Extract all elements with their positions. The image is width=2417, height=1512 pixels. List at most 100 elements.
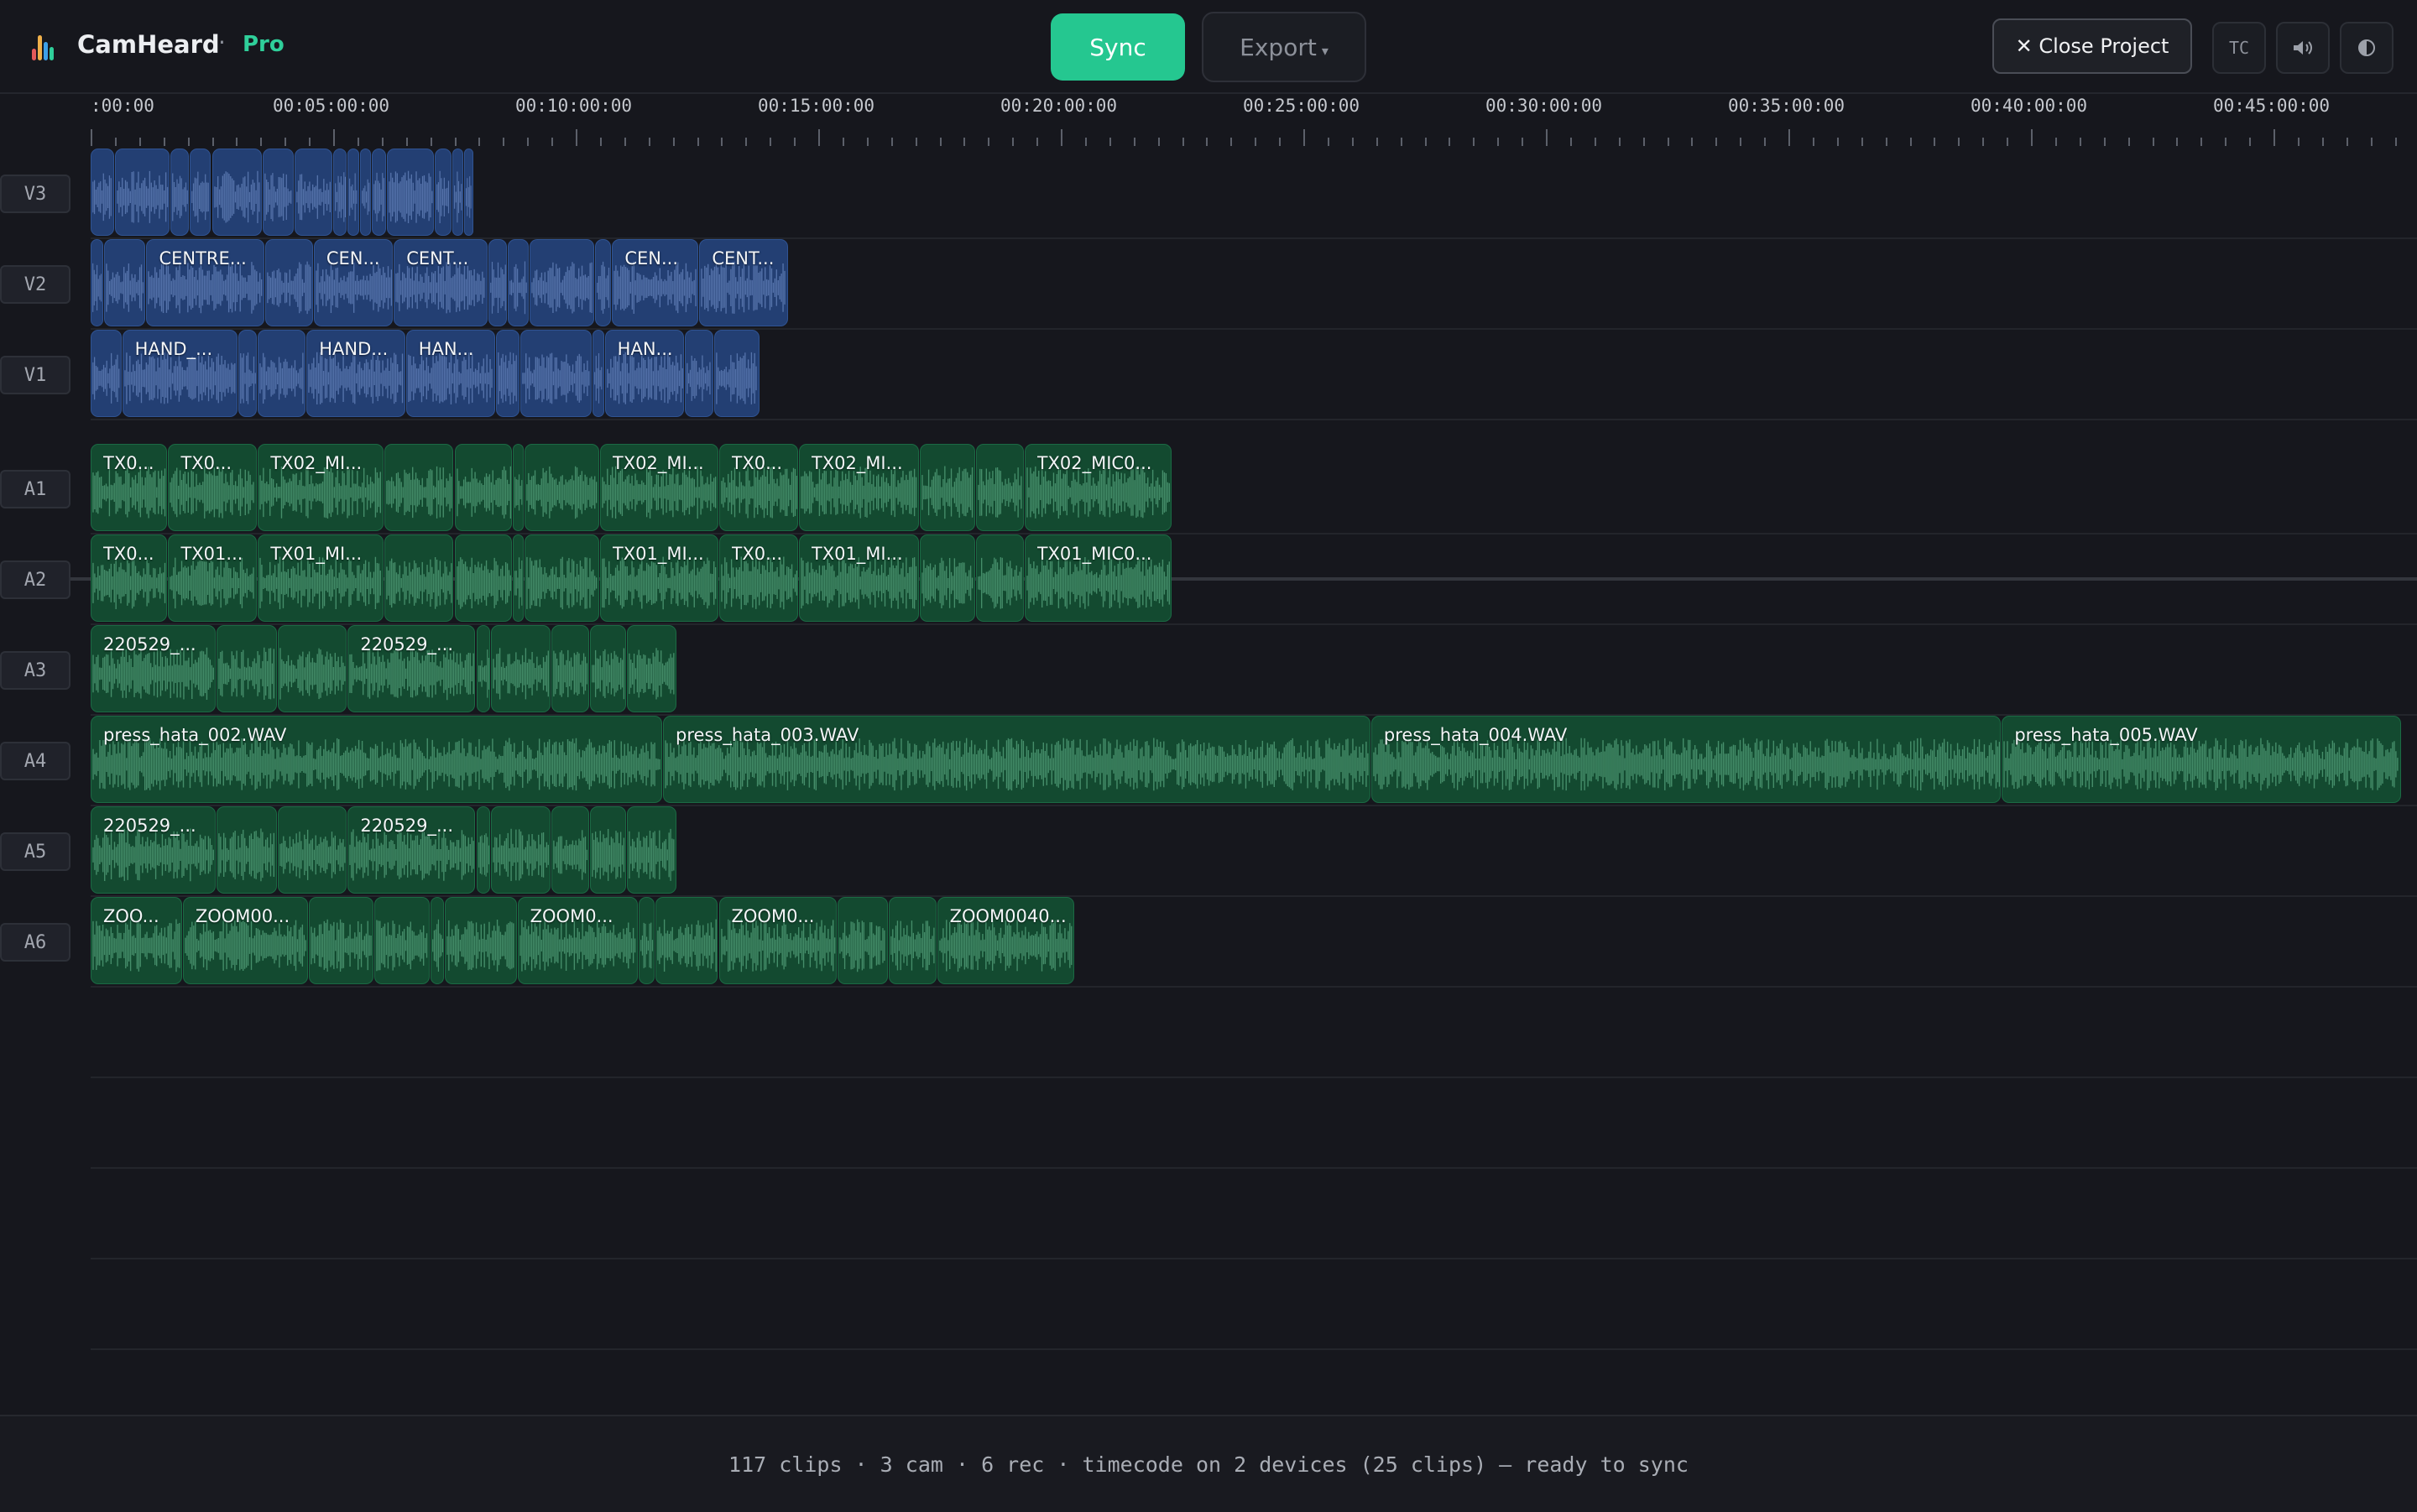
track-label-a4[interactable]: A4 [0, 742, 70, 780]
audio-clip[interactable] [277, 806, 347, 894]
video-clip[interactable]: CEN... [313, 239, 394, 326]
audio-clip[interactable]: press_hata_004.WAV [1370, 716, 2002, 803]
video-clip[interactable] [104, 239, 146, 326]
audio-clip[interactable] [590, 625, 626, 712]
video-clip[interactable] [333, 149, 347, 236]
audio-clip[interactable]: 220529_... [347, 625, 476, 712]
audio-clip[interactable]: press_hata_003.WAV [663, 716, 1370, 803]
video-clip[interactable] [593, 330, 604, 417]
audio-clip[interactable]: ZOOM00... [182, 897, 309, 984]
video-clip[interactable] [258, 330, 306, 417]
track-lane-v3[interactable] [91, 148, 2417, 239]
track-label-v3[interactable]: V3 [0, 175, 70, 213]
video-clip[interactable] [713, 330, 760, 417]
audio-clip[interactable]: press_hata_002.WAV [91, 716, 663, 803]
audio-clip[interactable]: ZOOM0... [517, 897, 639, 984]
audio-clip[interactable] [490, 806, 551, 894]
audio-clip[interactable]: TX02_MI... [258, 444, 384, 531]
audio-clip[interactable] [476, 806, 490, 894]
track-lane-v2[interactable]: CENTRE... CEN... CENT... CEN... CENT... [91, 238, 2417, 330]
audio-toggle[interactable] [2276, 22, 2330, 74]
empty-track-lane[interactable] [91, 1168, 2417, 1259]
audio-clip[interactable]: TX01_MI... [599, 534, 718, 622]
track-lane-v1[interactable]: HAND_... HAND... HAN... HAN... [91, 329, 2417, 420]
track-label-a1[interactable]: A1 [0, 470, 70, 508]
audio-clip[interactable] [217, 806, 277, 894]
audio-clip[interactable]: ZOOM0040... [937, 897, 1075, 984]
track-lane-a2[interactable]: TX0... TX01... TX01_MI... TX01_MI... TX0... T… [91, 534, 2417, 625]
video-clip[interactable] [190, 149, 211, 236]
video-clip[interactable] [263, 149, 294, 236]
audio-clip[interactable] [639, 897, 655, 984]
empty-track-lane[interactable] [91, 1259, 2417, 1350]
audio-clip[interactable]: TX0... [718, 534, 798, 622]
video-clip[interactable] [372, 149, 386, 236]
video-clip[interactable] [91, 330, 122, 417]
audio-clip[interactable] [551, 625, 590, 712]
audio-clip[interactable] [525, 534, 599, 622]
audio-clip[interactable] [551, 806, 590, 894]
video-clip[interactable] [114, 149, 170, 236]
audio-clip[interactable] [512, 534, 525, 622]
empty-track-lane[interactable] [91, 987, 2417, 1078]
audio-clip[interactable]: TX01_MI... [258, 534, 384, 622]
video-clip[interactable] [294, 149, 332, 236]
track-label-a2[interactable]: A2 [0, 560, 70, 599]
audio-clip[interactable] [384, 444, 454, 531]
audio-clip[interactable] [655, 897, 718, 984]
audio-clip[interactable] [920, 444, 975, 531]
video-clip[interactable]: HAN... [405, 330, 495, 417]
audio-clip[interactable]: TX0... [718, 444, 798, 531]
audio-clip[interactable] [626, 806, 677, 894]
video-clip[interactable] [519, 330, 593, 417]
video-clip[interactable]: HAND... [306, 330, 405, 417]
audio-clip[interactable]: TX0... [91, 534, 168, 622]
video-clip[interactable] [595, 239, 612, 326]
close-project-button[interactable]: ✕ Close Project [1992, 18, 2192, 74]
audio-clip[interactable] [975, 534, 1024, 622]
audio-clip[interactable] [888, 897, 937, 984]
video-clip[interactable] [91, 239, 104, 326]
video-clip[interactable]: HAND_... [122, 330, 238, 417]
track-label-a5[interactable]: A5 [0, 832, 70, 871]
audio-clip[interactable]: 220529_... [91, 806, 217, 894]
audio-clip[interactable]: 220529_... [91, 625, 217, 712]
video-clip[interactable]: HAN... [604, 330, 685, 417]
video-clip[interactable] [265, 239, 313, 326]
video-clip[interactable] [685, 330, 713, 417]
audio-clip[interactable] [277, 625, 347, 712]
audio-clip[interactable]: TX02_MI... [599, 444, 718, 531]
audio-clip[interactable] [217, 625, 277, 712]
track-lane-a6[interactable]: ZOO... ZOOM00... ZOOM0... ZOOM0... ZOOM0040.… [91, 896, 2417, 988]
audio-clip[interactable] [374, 897, 430, 984]
audio-clip[interactable] [476, 625, 490, 712]
timecode-toggle[interactable]: TC [2212, 22, 2266, 74]
track-label-v2[interactable]: V2 [0, 265, 70, 304]
audio-clip[interactable]: ZOOM0... [718, 897, 838, 984]
audio-clip[interactable]: TX01... [168, 534, 258, 622]
audio-clip[interactable] [454, 534, 512, 622]
video-clip[interactable] [488, 239, 508, 326]
audio-clip[interactable] [444, 897, 517, 984]
video-clip[interactable]: CENTRE... [146, 239, 265, 326]
video-clip[interactable] [452, 149, 464, 236]
audio-clip[interactable] [430, 897, 444, 984]
video-clip[interactable] [464, 149, 473, 236]
audio-clip[interactable]: TX0... [91, 444, 168, 531]
video-clip[interactable] [170, 149, 190, 236]
audio-clip[interactable] [525, 444, 599, 531]
audio-clip[interactable]: TX0... [168, 444, 258, 531]
audio-clip[interactable] [454, 444, 512, 531]
audio-clip[interactable] [384, 534, 454, 622]
audio-clip[interactable]: TX02_MI... [798, 444, 920, 531]
empty-track-lane[interactable] [91, 1077, 2417, 1169]
audio-clip[interactable]: TX01_MIC0... [1024, 534, 1172, 622]
audio-clip[interactable] [975, 444, 1024, 531]
track-lane-a3[interactable]: 220529_... 220529_... [91, 624, 2417, 716]
track-label-v1[interactable]: V1 [0, 356, 70, 394]
video-clip[interactable] [91, 149, 114, 236]
track-label-a3[interactable]: A3 [0, 651, 70, 690]
video-clip[interactable] [435, 149, 452, 236]
video-clip[interactable]: CEN... [612, 239, 699, 326]
audio-clip[interactable]: ZOO... [91, 897, 182, 984]
